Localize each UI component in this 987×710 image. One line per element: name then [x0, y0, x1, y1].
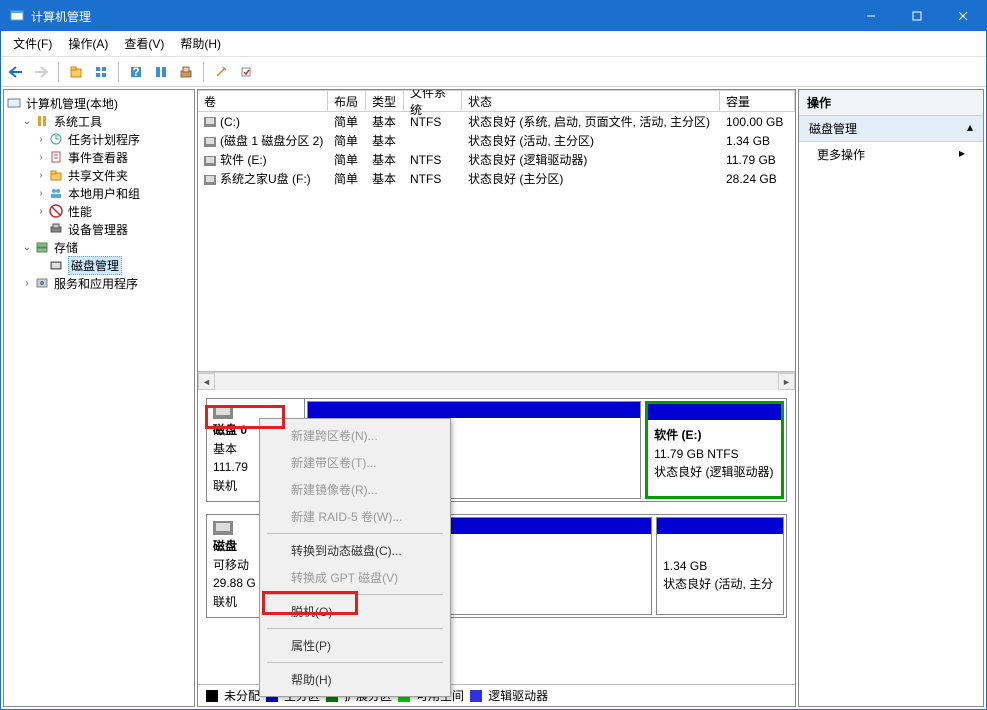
tree-systools[interactable]: ⌄系统工具	[6, 112, 192, 130]
menu-action[interactable]: 操作(A)	[60, 32, 116, 55]
minimize-button[interactable]	[848, 1, 894, 31]
actions-section[interactable]: 磁盘管理▴	[799, 116, 983, 142]
partition-header	[648, 404, 781, 420]
tree-users[interactable]: ›本地用户和组	[6, 184, 192, 202]
col-status[interactable]: 状态	[462, 90, 720, 111]
col-fs[interactable]: 文件系统	[404, 90, 462, 111]
tree-events[interactable]: ›事件查看器	[6, 148, 192, 166]
cm-raid5: 新建 RAID-5 卷(W)...	[263, 503, 447, 530]
tree-diskmgmt[interactable]: 磁盘管理	[6, 256, 192, 274]
cm-spanned: 新建跨区卷(N)...	[263, 422, 447, 449]
cm-gpt: 转换成 GPT 磁盘(V)	[263, 564, 447, 591]
collapse-icon: ▴	[967, 120, 973, 137]
cm-props[interactable]: 属性(P)	[263, 632, 447, 659]
cm-mirror: 新建镜像卷(R)...	[263, 476, 447, 503]
tree-shared[interactable]: ›共享文件夹	[6, 166, 192, 184]
menu-view[interactable]: 查看(V)	[116, 32, 172, 55]
drive-icon	[204, 117, 216, 127]
forward-button[interactable]	[30, 61, 52, 83]
partition-header	[308, 402, 640, 418]
back-button[interactable]	[5, 61, 27, 83]
menu-file[interactable]: 文件(F)	[5, 32, 60, 55]
maximize-button[interactable]	[894, 1, 940, 31]
scroll-left-icon[interactable]: ◄	[198, 373, 215, 390]
tree-tasks[interactable]: ›任务计划程序	[6, 130, 192, 148]
disk-icon	[213, 405, 233, 419]
svg-text:?: ?	[132, 65, 139, 79]
volume-row[interactable]: 软件 (E:)简单基本NTFS状态良好 (逻辑驱动器)11.79 GB	[198, 150, 795, 169]
tree-devmgr[interactable]: 设备管理器	[6, 220, 192, 238]
drive-icon	[204, 137, 216, 147]
context-menu: 新建跨区卷(N)... 新建带区卷(T)... 新建镜像卷(R)... 新建 R…	[259, 418, 451, 697]
app-icon	[9, 8, 25, 24]
partition-2[interactable]: 1.34 GB 状态良好 (活动, 主分	[656, 517, 784, 615]
legend-logical-swatch	[470, 690, 482, 702]
partition-header	[657, 518, 783, 534]
legend-unalloc-swatch	[206, 690, 218, 702]
main-area: 计算机管理(本地) ⌄系统工具 ›任务计划程序 ›事件查看器 ›共享文件夹 ›本…	[1, 87, 986, 709]
menubar: 文件(F) 操作(A) 查看(V) 帮助(H)	[1, 31, 986, 57]
col-type[interactable]: 类型	[366, 90, 404, 111]
help-button[interactable]: ?	[125, 61, 147, 83]
drive-icon	[204, 175, 216, 185]
volume-row[interactable]: (C:)简单基本NTFS状态良好 (系统, 启动, 页面文件, 活动, 主分区)…	[198, 112, 795, 131]
cm-dynamic[interactable]: 转换到动态磁盘(C)...	[263, 537, 447, 564]
partition-e[interactable]: 软件 (E:) 11.79 GB NTFS 状态良好 (逻辑驱动器)	[645, 401, 784, 499]
drive-icon	[204, 156, 216, 166]
window-title: 计算机管理	[31, 8, 848, 25]
actions-pane: 操作 磁盘管理▴ 更多操作▸	[798, 89, 984, 707]
action2-button[interactable]	[235, 61, 257, 83]
cm-offline[interactable]: 脱机(O)	[263, 598, 447, 625]
more-actions[interactable]: 更多操作▸	[799, 142, 983, 167]
menu-help[interactable]: 帮助(H)	[172, 32, 229, 55]
volume-row[interactable]: (磁盘 1 磁盘分区 2)简单基本状态良好 (活动, 主分区)1.34 GB	[198, 131, 795, 150]
volume-header: 卷 布局 类型 文件系统 状态 容量	[198, 90, 795, 112]
volume-row[interactable]: 系统之家U盘 (F:)简单基本NTFS状态良好 (主分区)28.24 GB	[198, 169, 795, 188]
h-scrollbar[interactable]: ◄ ►	[198, 372, 795, 390]
toolbar: ?	[1, 57, 986, 87]
col-volume[interactable]: 卷	[198, 90, 328, 111]
cm-striped: 新建带区卷(T)...	[263, 449, 447, 476]
scroll-right-icon[interactable]: ►	[778, 373, 795, 390]
disk-icon	[213, 521, 233, 535]
tree-services[interactable]: ›服务和应用程序	[6, 274, 192, 292]
action1-button[interactable]	[210, 61, 232, 83]
close-button[interactable]	[940, 1, 986, 31]
volume-list: (C:)简单基本NTFS状态良好 (系统, 启动, 页面文件, 活动, 主分区)…	[198, 112, 795, 372]
col-layout[interactable]: 布局	[328, 90, 366, 111]
cm-help[interactable]: 帮助(H)	[263, 666, 447, 693]
col-cap[interactable]: 容量	[720, 90, 795, 111]
tree-perf[interactable]: ›性能	[6, 202, 192, 220]
actions-title: 操作	[799, 90, 983, 116]
tree-storage[interactable]: ⌄存储	[6, 238, 192, 256]
grid-button[interactable]	[90, 61, 112, 83]
titlebar: 计算机管理	[1, 1, 986, 31]
props-button[interactable]	[150, 61, 172, 83]
tree-root[interactable]: 计算机管理(本地)	[6, 94, 192, 112]
chevron-right-icon: ▸	[959, 146, 965, 163]
refresh-button[interactable]	[175, 61, 197, 83]
tree-pane: 计算机管理(本地) ⌄系统工具 ›任务计划程序 ›事件查看器 ›共享文件夹 ›本…	[3, 89, 195, 707]
up-button[interactable]	[65, 61, 87, 83]
